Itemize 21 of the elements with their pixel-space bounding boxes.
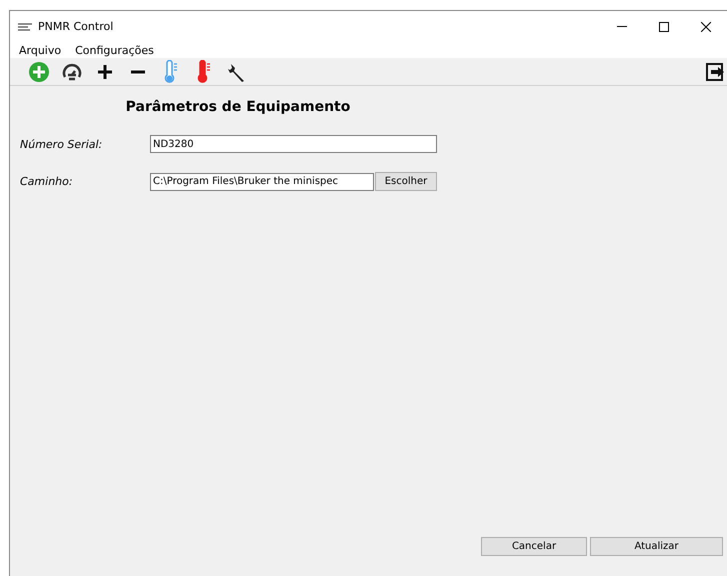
thermometer-icon xyxy=(196,60,210,84)
field-label: Caminho: xyxy=(20,175,74,188)
plus-icon xyxy=(96,64,112,80)
form-heading: Parâmetros de Equipamento xyxy=(124,99,352,115)
input-field[interactable]: ND3280 xyxy=(150,135,437,153)
browse-button[interactable]: Escolher xyxy=(375,172,437,191)
app-logo-icon xyxy=(18,22,32,30)
minus-icon xyxy=(130,70,146,74)
cancel-button[interactable]: Cancelar xyxy=(481,537,587,556)
thermometer-icon xyxy=(164,60,178,84)
menu-item[interactable]: Arquivo xyxy=(19,44,62,56)
field-label: Número Serial: xyxy=(20,138,104,150)
input-field[interactable]: C:\Program Files\Bruker the minispec xyxy=(150,172,374,190)
menu-item[interactable]: Configurações xyxy=(75,44,154,56)
update-button[interactable]: Atualizar xyxy=(590,537,723,556)
window-title: PNMR Control xyxy=(38,20,114,33)
wrench-icon xyxy=(226,62,246,82)
close-icon[interactable] xyxy=(701,22,711,32)
add-icon xyxy=(28,60,50,82)
exit-icon xyxy=(706,62,726,82)
maximize-icon[interactable] xyxy=(659,22,669,32)
